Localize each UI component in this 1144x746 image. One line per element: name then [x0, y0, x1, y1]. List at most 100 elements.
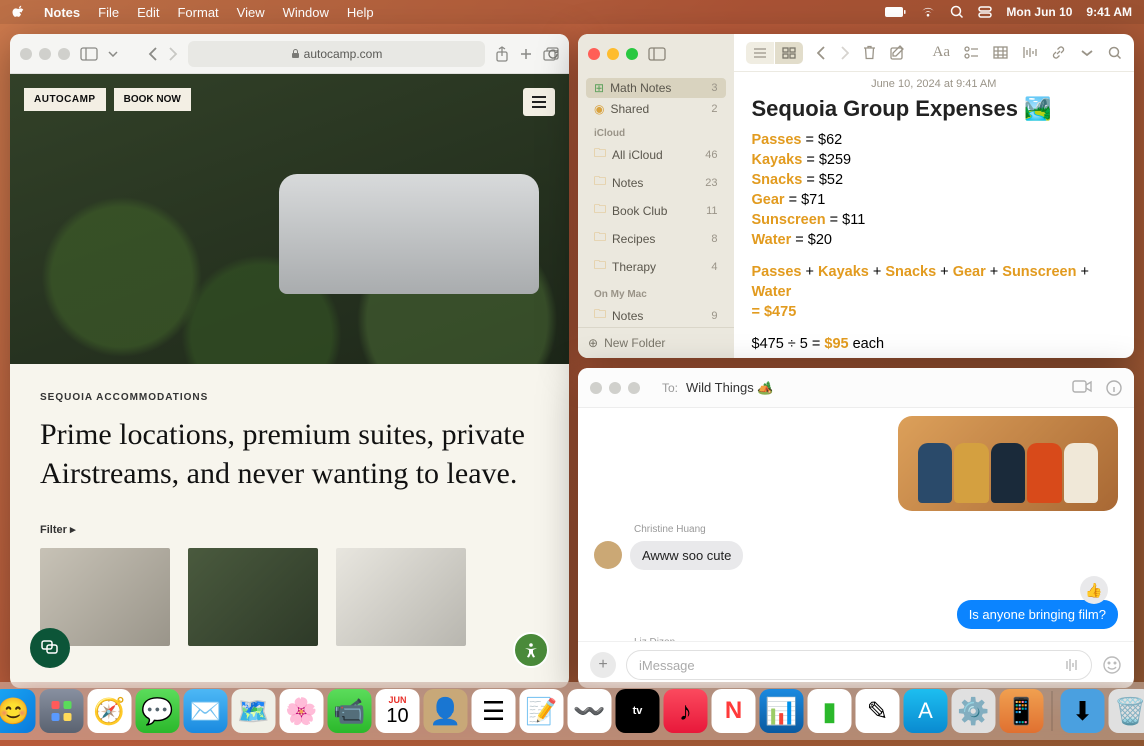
dock-pages-icon[interactable]: ✎	[856, 689, 900, 733]
menu-format[interactable]: Format	[177, 5, 218, 20]
menu-help[interactable]: Help	[347, 5, 374, 20]
traffic-lights[interactable]	[590, 382, 640, 394]
menu-window[interactable]: Window	[283, 5, 329, 20]
list-view-icon[interactable]	[746, 42, 774, 64]
dock-contacts-icon[interactable]: 👤	[424, 689, 468, 733]
dock-launchpad-icon[interactable]	[40, 689, 84, 733]
reload-icon[interactable]	[547, 48, 559, 60]
book-now-button[interactable]: BOOK NOW	[114, 88, 191, 111]
sidebar-item-local-notes[interactable]: 🗀Notes9	[586, 302, 726, 327]
sidebar-item-shared[interactable]: ◉Shared 2	[586, 99, 726, 119]
sidebar-item-notes[interactable]: 🗀Notes23	[586, 169, 726, 196]
accommodation-thumb[interactable]	[188, 548, 318, 646]
link-icon[interactable]	[1051, 45, 1066, 60]
accommodation-thumb[interactable]	[336, 548, 466, 646]
back-icon[interactable]	[817, 46, 826, 60]
sidebar-toggle-icon[interactable]	[80, 47, 98, 61]
sidebar-section-icloud: iCloud	[586, 120, 726, 141]
dock-messages-icon[interactable]: 💬	[136, 689, 180, 733]
safari-window: autocamp.com AUTOCAMP BOOK NOW SEQUOIA A…	[10, 34, 569, 688]
table-icon[interactable]	[993, 46, 1008, 59]
dock-notes-icon[interactable]: 📝	[520, 689, 564, 733]
more-icon[interactable]	[1080, 50, 1094, 56]
menubar-date[interactable]: Mon Jun 10	[1006, 5, 1072, 19]
hamburger-icon[interactable]	[523, 88, 555, 116]
avatar[interactable]	[594, 541, 622, 569]
message-bubble[interactable]: Awww soo cute	[630, 541, 743, 570]
dock-downloads-icon[interactable]: ⬇	[1061, 689, 1105, 733]
control-center-icon[interactable]	[978, 5, 992, 19]
dock-finder-icon[interactable]: 😊	[0, 689, 36, 733]
new-tab-icon[interactable]	[519, 47, 533, 61]
share-icon[interactable]	[495, 46, 509, 62]
dock-calendar-icon[interactable]: JUN10	[376, 689, 420, 733]
message-input[interactable]: iMessage	[626, 650, 1092, 680]
chevron-down-icon[interactable]	[108, 51, 118, 57]
dock-iphone-mirror-icon[interactable]: 📱	[1000, 689, 1044, 733]
menu-edit[interactable]: Edit	[137, 5, 159, 20]
menubar-time[interactable]: 9:41 AM	[1086, 5, 1132, 19]
sidebar-item-recipes[interactable]: 🗀Recipes8	[586, 225, 726, 252]
dock-settings-icon[interactable]: ⚙️	[952, 689, 996, 733]
forward-icon[interactable]	[168, 47, 178, 61]
view-mode-toggle[interactable]	[746, 42, 803, 64]
sidebar-item-all-icloud[interactable]: 🗀All iCloud46	[586, 141, 726, 168]
dock-keynote-icon[interactable]: 📊	[760, 689, 804, 733]
battery-icon[interactable]	[884, 6, 906, 18]
folder-icon: 🗀	[594, 305, 606, 326]
dock-maps-icon[interactable]: 🗺️	[232, 689, 276, 733]
dock-reminders-icon[interactable]: ☰	[472, 689, 516, 733]
chat-fab-icon[interactable]	[30, 628, 70, 668]
traffic-lights[interactable]	[588, 48, 638, 60]
dock-freeform-icon[interactable]: 〰️	[568, 689, 612, 733]
app-name-menu[interactable]: Notes	[44, 5, 80, 20]
dock-numbers-icon[interactable]: ▮	[808, 689, 852, 733]
sidebar-toggle-icon[interactable]	[648, 47, 666, 61]
dock-photos-icon[interactable]: 🌸	[280, 689, 324, 733]
dock-news-icon[interactable]: N	[712, 689, 756, 733]
url-bar[interactable]: autocamp.com	[188, 41, 485, 67]
to-name[interactable]: Wild Things 🏕️	[686, 380, 773, 396]
info-icon[interactable]	[1106, 380, 1122, 396]
dock-tv-icon[interactable]: tv	[616, 689, 660, 733]
sidebar-item-therapy[interactable]: 🗀Therapy4	[586, 253, 726, 280]
filter-button[interactable]: Filter ▸	[40, 523, 539, 536]
sidebar-item-math-notes[interactable]: ⊞Math Notes 3	[586, 78, 726, 98]
dock-facetime-icon[interactable]: 📹	[328, 689, 372, 733]
media-icon[interactable]	[1022, 46, 1037, 59]
checklist-icon[interactable]	[964, 46, 979, 59]
site-logo[interactable]: AUTOCAMP	[24, 88, 106, 111]
apps-plus-icon[interactable]: +	[590, 652, 616, 678]
forward-icon[interactable]	[840, 46, 849, 60]
menubar: Notes File Edit Format View Window Help …	[0, 0, 1144, 24]
format-icon[interactable]: Aa	[933, 44, 951, 61]
dock-safari-icon[interactable]: 🧭	[88, 689, 132, 733]
tapback-thumbs-up[interactable]: 👍	[1080, 576, 1108, 604]
message-bubble[interactable]: Is anyone bringing film?	[957, 600, 1118, 629]
compose-icon[interactable]	[890, 45, 905, 60]
attached-photo[interactable]	[898, 416, 1118, 511]
spotlight-icon[interactable]	[950, 5, 964, 19]
emoji-icon[interactable]	[1102, 655, 1122, 675]
wifi-icon[interactable]	[920, 6, 936, 18]
traffic-lights[interactable]	[20, 48, 70, 60]
trash-icon[interactable]	[863, 45, 876, 60]
apple-logo-icon[interactable]	[12, 5, 26, 19]
accessibility-icon[interactable]	[513, 632, 549, 668]
new-folder-button[interactable]: ⊕ New Folder	[578, 327, 734, 358]
facetime-icon[interactable]	[1072, 380, 1092, 396]
dock-mail-icon[interactable]: ✉️	[184, 689, 228, 733]
menu-file[interactable]: File	[98, 5, 119, 20]
search-icon[interactable]	[1108, 46, 1122, 60]
dock-music-icon[interactable]: ♪	[664, 689, 708, 733]
note-body[interactable]: Sequoia Group Expenses 🏞️ Passes = $62 K…	[734, 92, 1135, 358]
back-icon[interactable]	[148, 47, 158, 61]
dock-appstore-icon[interactable]: A	[904, 689, 948, 733]
dock-trash-icon[interactable]: 🗑️	[1109, 689, 1144, 733]
messages-body[interactable]: Christine Huang Awww soo cute 👍 Is anyon…	[578, 408, 1134, 641]
menu-view[interactable]: View	[237, 5, 265, 20]
sidebar-item-book-club[interactable]: 🗀Book Club11	[586, 197, 726, 224]
to-label: To:	[662, 381, 678, 395]
audio-icon[interactable]	[1065, 658, 1079, 672]
gallery-view-icon[interactable]	[775, 42, 803, 64]
